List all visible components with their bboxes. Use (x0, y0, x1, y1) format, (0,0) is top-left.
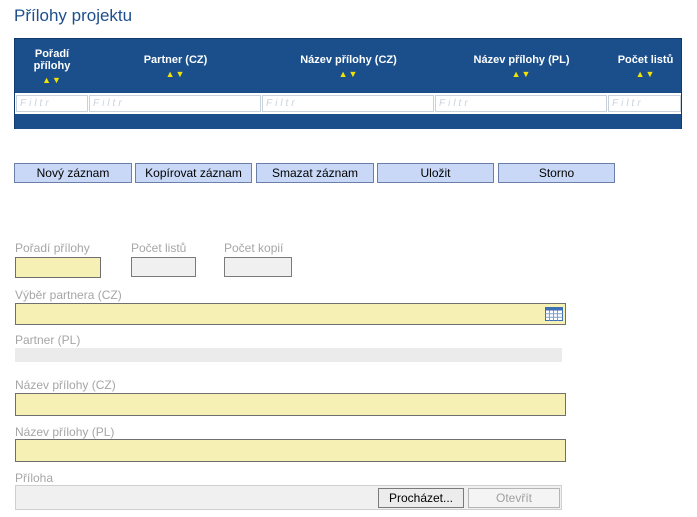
name-cz-label: Název přílohy (CZ) (15, 378, 116, 392)
column-header-name-pl[interactable]: Název přílohy (PL) ▲▼ (435, 39, 608, 93)
browse-button[interactable]: Procházet... (378, 488, 464, 508)
grid-footer (15, 114, 681, 129)
name-pl-label: Název přílohy (PL) (15, 425, 115, 439)
sheets-label: Počet listů (131, 241, 187, 255)
filter-input-partner-cz[interactable]: Filtr (89, 95, 261, 112)
filter-input-sheets[interactable]: Filtr (608, 95, 681, 112)
cancel-button[interactable]: Storno (498, 163, 615, 183)
column-header-partner-cz-label: Partner (CZ) (143, 53, 208, 66)
partner-pl-label: Partner (PL) (15, 333, 81, 347)
filter-row: Filtr Filtr Filtr Filtr Filtr (15, 93, 681, 114)
filter-input-name-pl[interactable]: Filtr (435, 95, 607, 112)
partner-select-input[interactable] (15, 303, 566, 325)
calendar-picker-icon[interactable] (545, 307, 563, 321)
new-record-button[interactable]: Nový záznam (14, 163, 132, 183)
filter-input-order[interactable]: Filtr (16, 95, 88, 112)
copies-input[interactable] (224, 257, 292, 277)
sort-arrows-icon[interactable]: ▲▼ (42, 75, 62, 85)
column-header-order-line1: Pořadí (34, 47, 70, 60)
column-header-partner-cz[interactable]: Partner (CZ) ▲▼ (89, 39, 262, 93)
attachments-grid: Pořadí přílohy ▲▼ Partner (CZ) ▲▼ Název … (14, 38, 682, 129)
save-button[interactable]: Uložit (377, 163, 494, 183)
sort-arrows-icon[interactable]: ▲▼ (166, 69, 186, 79)
attachment-label: Příloha (15, 471, 54, 485)
sort-arrows-icon[interactable]: ▲▼ (339, 69, 359, 79)
name-cz-input[interactable] (15, 393, 566, 416)
name-pl-input[interactable] (15, 439, 566, 462)
copy-record-button[interactable]: Kopírovat záznam (135, 163, 252, 183)
column-header-sheets-label: Počet listů (617, 53, 674, 66)
partner-pl-value (15, 348, 562, 362)
copies-label: Počet kopií (224, 241, 284, 255)
column-header-order-line2: přílohy (33, 59, 71, 72)
delete-record-button[interactable]: Smazat záznam (256, 163, 374, 183)
sheets-input[interactable] (131, 257, 196, 277)
open-button[interactable]: Otevřít (468, 488, 560, 508)
page-title: Přílohy projektu (14, 6, 133, 25)
attachment-file-input[interactable]: Procházet... Otevřít (15, 485, 562, 510)
column-header-sheets[interactable]: Počet listů ▲▼ (608, 39, 683, 93)
order-input[interactable] (15, 257, 101, 278)
sort-arrows-icon[interactable]: ▲▼ (512, 69, 532, 79)
column-header-order[interactable]: Pořadí přílohy ▲▼ (15, 39, 89, 93)
filter-input-name-cz[interactable]: Filtr (262, 95, 434, 112)
column-header-name-pl-label: Název přílohy (PL) (473, 53, 570, 66)
partner-select-label: Výběr partnera (CZ) (15, 288, 122, 302)
column-header-name-cz[interactable]: Název přílohy (CZ) ▲▼ (262, 39, 435, 93)
sort-arrows-icon[interactable]: ▲▼ (636, 69, 656, 79)
column-header-name-cz-label: Název přílohy (CZ) (300, 53, 397, 66)
order-label: Pořadí přílohy (15, 241, 90, 255)
